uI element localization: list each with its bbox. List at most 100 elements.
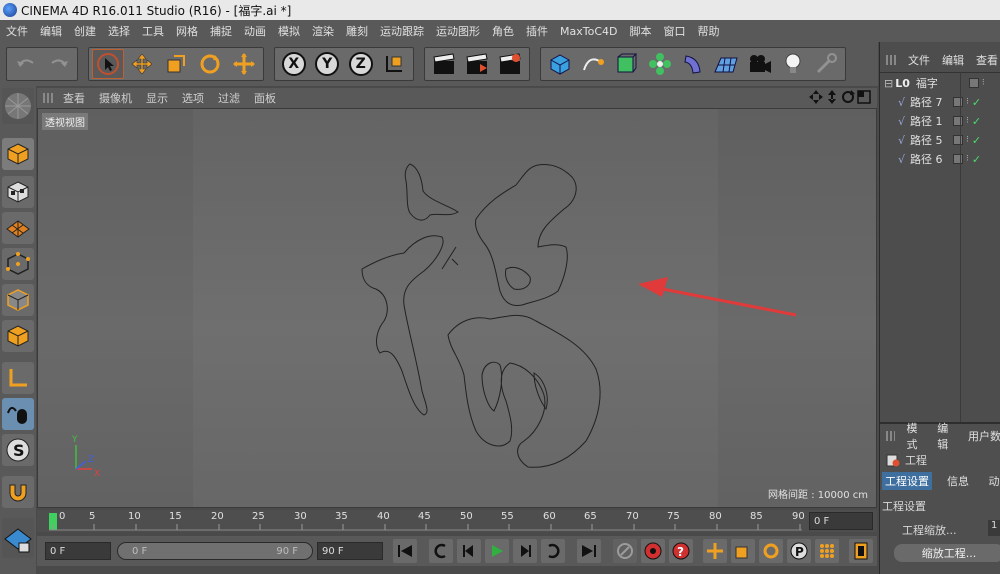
- spline-path-7[interactable]: [404, 163, 459, 221]
- end-frame-field[interactable]: 90 F: [317, 542, 383, 560]
- visibility-toggle[interactable]: [953, 154, 964, 164]
- go-to-start-button[interactable]: [393, 539, 417, 563]
- record-rotation-button[interactable]: [759, 539, 783, 563]
- menu-script[interactable]: 脚本: [629, 23, 651, 39]
- next-keyframe-button[interactable]: [541, 539, 565, 563]
- enabled-check-icon[interactable]: ✓: [972, 115, 981, 128]
- menu-maxtoc4d[interactable]: MaxToC4D: [560, 25, 617, 38]
- scale-button[interactable]: [160, 49, 192, 79]
- menu-sculpt[interactable]: 雕刻: [346, 23, 368, 39]
- current-frame-field[interactable]: 0 F: [809, 512, 873, 530]
- enabled-check-icon[interactable]: ✓: [972, 153, 981, 166]
- tweak-mode-button[interactable]: [2, 398, 34, 430]
- viewport-menu-panel[interactable]: 面板: [254, 90, 276, 106]
- spline-path-5[interactable]: [475, 164, 577, 306]
- visibility-dots-icon[interactable]: ⁝: [966, 97, 969, 107]
- attr-menu-user-data[interactable]: 用户数: [968, 428, 1000, 444]
- axis-mode-button[interactable]: [2, 362, 34, 394]
- rotate-button[interactable]: [194, 49, 226, 79]
- tab-info[interactable]: 信息: [942, 472, 974, 490]
- keyframe-selection-button[interactable]: ?: [669, 539, 693, 563]
- snap-button[interactable]: S: [2, 434, 34, 466]
- y-axis-lock-button[interactable]: Y: [312, 49, 344, 79]
- orbit-icon[interactable]: [841, 90, 855, 104]
- start-frame-field[interactable]: 0 F: [45, 542, 111, 560]
- sculpt-button[interactable]: [811, 49, 842, 79]
- project-scale-field[interactable]: 1: [988, 520, 1000, 536]
- visibility-dots-icon[interactable]: ⁝: [966, 154, 969, 164]
- menu-render[interactable]: 渲染: [312, 23, 334, 39]
- menu-character[interactable]: 角色: [492, 23, 514, 39]
- magnet-button[interactable]: [2, 476, 34, 508]
- visibility-dots-icon[interactable]: ⁝: [966, 135, 969, 145]
- tab-dynamics[interactable]: 动: [986, 472, 1000, 490]
- menu-mograph[interactable]: 运动图形: [436, 23, 480, 39]
- coordinate-system-button[interactable]: [379, 49, 411, 79]
- model-mode-button[interactable]: [2, 138, 34, 170]
- previous-keyframe-button[interactable]: [429, 539, 453, 563]
- menu-animate[interactable]: 动画: [244, 23, 266, 39]
- viewport-menu-filter[interactable]: 过滤: [218, 90, 240, 106]
- visibility-toggle[interactable]: [953, 116, 964, 126]
- record-parameter-button[interactable]: P: [787, 539, 811, 563]
- undo-button[interactable]: [10, 49, 41, 79]
- visibility-toggle[interactable]: [953, 135, 964, 145]
- next-frame-button[interactable]: [513, 539, 537, 563]
- previous-frame-button[interactable]: [457, 539, 481, 563]
- viewport-menu-options[interactable]: 选项: [182, 90, 204, 106]
- live-selection-button[interactable]: [92, 49, 124, 79]
- attr-menu-mode[interactable]: 模式: [907, 420, 926, 452]
- viewport-menu-display[interactable]: 显示: [146, 90, 168, 106]
- render-settings-button[interactable]: [495, 49, 526, 79]
- array-cloner-button[interactable]: [644, 49, 675, 79]
- recent-tool-button[interactable]: [228, 49, 260, 79]
- pan-arrows-icon[interactable]: [809, 90, 823, 104]
- spline-path-1[interactable]: [361, 235, 444, 416]
- preview-range-slider[interactable]: 0 F 90 F: [117, 542, 313, 560]
- autokeying-button[interactable]: [641, 539, 665, 563]
- menu-create[interactable]: 创建: [74, 23, 96, 39]
- redo-button[interactable]: [43, 49, 74, 79]
- visibility-dots-icon[interactable]: ⁝: [982, 78, 985, 88]
- tab-project-settings[interactable]: 工程设置: [882, 472, 932, 490]
- viewport-menu-view[interactable]: 查看: [63, 90, 85, 106]
- timeline-window-button[interactable]: [849, 539, 873, 563]
- enabled-check-icon[interactable]: ✓: [972, 134, 981, 147]
- render-to-picture-viewer-button[interactable]: [461, 49, 492, 79]
- menu-window[interactable]: 窗口: [663, 23, 685, 39]
- visibility-toggle[interactable]: [953, 97, 964, 107]
- menu-file[interactable]: 文件: [6, 23, 28, 39]
- object-menu-file[interactable]: 文件: [908, 52, 930, 68]
- menu-plugins[interactable]: 插件: [526, 23, 548, 39]
- record-scale-button[interactable]: [731, 539, 755, 563]
- light-object-button[interactable]: [777, 49, 808, 79]
- go-to-end-button[interactable]: [577, 539, 601, 563]
- object-row-path-5[interactable]: √ 路径 5 ⁝ ✓: [880, 131, 1000, 149]
- perspective-viewport[interactable]: 透视视图 Y Z X 网格间距 : 10000 cm: [37, 108, 877, 508]
- x-axis-lock-button[interactable]: X: [278, 49, 310, 79]
- lock-workplane-button[interactable]: [2, 518, 34, 558]
- viewport-menu-cameras[interactable]: 摄像机: [99, 90, 132, 106]
- record-active-objects-button[interactable]: [613, 539, 637, 563]
- visibility-toggle[interactable]: [968, 78, 979, 88]
- move-button[interactable]: [126, 49, 158, 79]
- zoom-arrows-icon[interactable]: [825, 90, 839, 104]
- menu-mesh[interactable]: 网格: [176, 23, 198, 39]
- floor-object-button[interactable]: [711, 49, 742, 79]
- timeline-ruler[interactable]: 0 5 10 15 20 25 30 35 40 45 50 55 60 65 …: [37, 510, 877, 532]
- attr-menu-edit[interactable]: 编辑: [937, 420, 956, 452]
- camera-object-button[interactable]: [744, 49, 775, 79]
- menu-select[interactable]: 选择: [108, 23, 130, 39]
- deformer-button[interactable]: [677, 49, 708, 79]
- menu-motion-tracking[interactable]: 运动跟踪: [380, 23, 424, 39]
- workplane-mode-button[interactable]: [2, 212, 34, 244]
- render-view-button[interactable]: [428, 49, 459, 79]
- menu-tools[interactable]: 工具: [142, 23, 164, 39]
- spline-pen-button[interactable]: [577, 49, 608, 79]
- record-position-button[interactable]: [703, 539, 727, 563]
- menu-snap[interactable]: 捕捉: [210, 23, 232, 39]
- tree-collapse-icon[interactable]: ⊟: [884, 77, 893, 90]
- object-menu-view[interactable]: 查看: [976, 52, 998, 68]
- polygons-mode-button[interactable]: [2, 320, 34, 352]
- toggle-view-icon[interactable]: [857, 90, 871, 104]
